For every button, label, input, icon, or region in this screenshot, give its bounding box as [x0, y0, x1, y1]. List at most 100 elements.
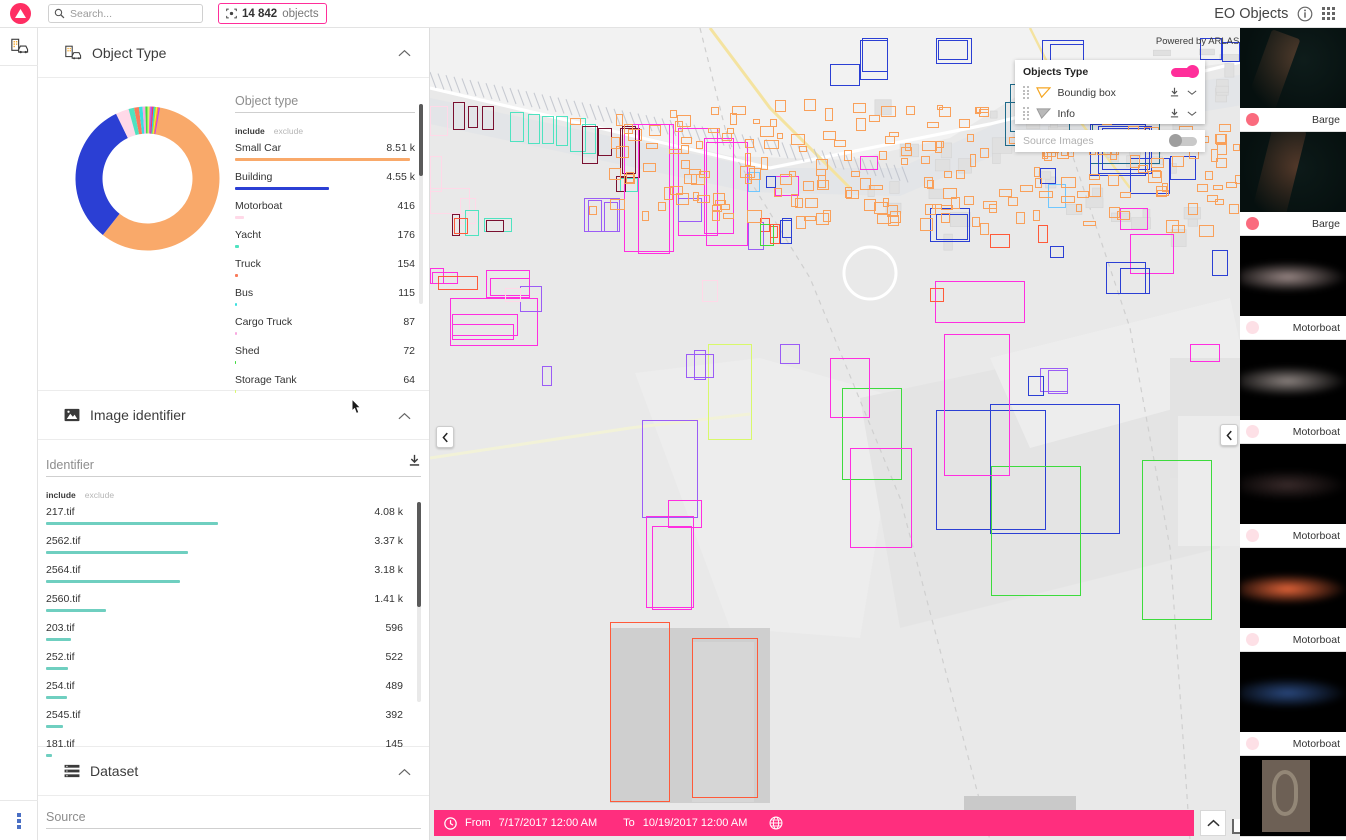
object-bounding-box[interactable] — [1219, 124, 1231, 131]
object-bounding-box[interactable] — [970, 154, 977, 167]
map-view[interactable]: Powered by ARLAS. Objects Type Boundig b… — [430, 28, 1346, 840]
object-bounding-box[interactable] — [935, 281, 1025, 323]
object-bounding-box[interactable] — [691, 174, 704, 185]
thumbnail-image[interactable] — [1240, 132, 1346, 212]
object-bounding-box[interactable] — [956, 170, 966, 179]
list-item[interactable]: 203.tif 596 — [46, 622, 403, 650]
thumbnail-card[interactable]: Motorboat — [1240, 340, 1346, 444]
object-bounding-box[interactable] — [452, 324, 514, 340]
list-item[interactable]: 2545.tif 392 — [46, 709, 403, 737]
thumbnail-card[interactable]: Motorboat — [1240, 444, 1346, 548]
layer-row-info[interactable]: Info — [1015, 103, 1205, 124]
timeline-from-value[interactable]: 7/17/2017 12:00 AM — [499, 817, 597, 829]
object-bounding-box[interactable] — [760, 126, 774, 137]
object-bounding-box[interactable] — [941, 213, 951, 223]
object-bounding-box[interactable] — [747, 210, 761, 223]
object-bounding-box[interactable] — [681, 160, 691, 169]
chevron-up-icon[interactable] — [398, 409, 411, 422]
object-bounding-box[interactable] — [520, 286, 542, 312]
thumbnail-image[interactable] — [1240, 548, 1346, 628]
object-bounding-box[interactable] — [430, 106, 448, 136]
list-item[interactable]: Building 4.55 k — [235, 171, 415, 199]
section-header-object-type[interactable]: Object Type — [38, 28, 429, 78]
source-images-row[interactable]: Source Images — [1015, 130, 1205, 152]
object-bounding-box[interactable] — [670, 110, 677, 118]
identifier-field[interactable]: Identifier — [46, 454, 421, 477]
object-bounding-box[interactable] — [930, 288, 944, 302]
timeline-expand-button[interactable] — [1200, 810, 1226, 836]
object-bounding-box[interactable] — [889, 132, 899, 137]
object-bounding-box[interactable] — [1207, 195, 1218, 202]
thumbnail-image[interactable] — [1240, 652, 1346, 732]
object-bounding-box[interactable] — [1190, 344, 1220, 362]
object-bounding-box[interactable] — [1028, 376, 1044, 396]
object-bounding-box[interactable] — [883, 198, 889, 207]
object-bounding-box[interactable] — [696, 141, 704, 149]
list-item[interactable]: Bus 115 — [235, 287, 415, 315]
object-bounding-box[interactable] — [692, 638, 758, 798]
object-bounding-box[interactable] — [906, 106, 916, 115]
object-bounding-box[interactable] — [1189, 151, 1198, 159]
thumbnail-card[interactable]: Motorboat — [1240, 236, 1346, 340]
object-bounding-box[interactable] — [791, 194, 798, 207]
object-bounding-box[interactable] — [681, 145, 689, 155]
object-bounding-box[interactable] — [901, 158, 909, 165]
object-bounding-box[interactable] — [1151, 158, 1164, 168]
object-bounding-box[interactable] — [803, 181, 814, 191]
object-bounding-box[interactable] — [542, 116, 554, 144]
object-bounding-box[interactable] — [939, 107, 951, 117]
object-bounding-box[interactable] — [796, 216, 806, 229]
object-bounding-box[interactable] — [905, 143, 911, 150]
timeline-bar[interactable]: From 7/17/2017 12:00 AM To 10/19/2017 12… — [434, 810, 1194, 836]
object-bounding-box[interactable] — [1008, 197, 1018, 207]
object-bounding-box[interactable] — [864, 199, 876, 211]
object-bounding-box[interactable] — [1152, 170, 1161, 178]
object-bounding-box[interactable] — [817, 180, 829, 191]
object-bounding-box[interactable] — [766, 176, 776, 188]
identifier-scrollbar[interactable] — [417, 502, 421, 702]
list-item[interactable]: 2560.tif 1.41 k — [46, 593, 403, 621]
object-bounding-box[interactable] — [764, 140, 778, 149]
object-bounding-box[interactable] — [844, 150, 852, 161]
object-bounding-box[interactable] — [761, 157, 768, 169]
object-bounding-box[interactable] — [482, 106, 494, 130]
layer-row-bounding-box[interactable]: Boundig box — [1015, 82, 1205, 103]
object-bounding-box[interactable] — [658, 202, 666, 211]
include-toggle[interactable]: include — [235, 126, 265, 136]
object-bounding-box[interactable] — [774, 188, 783, 197]
object-bounding-box[interactable] — [830, 64, 860, 86]
object-bounding-box[interactable] — [723, 213, 735, 219]
object-bounding-box[interactable] — [708, 344, 752, 440]
object-bounding-box[interactable] — [570, 118, 581, 126]
list-item[interactable]: 2562.tif 3.37 k — [46, 535, 403, 563]
object-bounding-box[interactable] — [816, 213, 829, 225]
object-bounding-box[interactable] — [938, 40, 968, 60]
object-bounding-box[interactable] — [1061, 177, 1075, 188]
source-images-toggle[interactable] — [1171, 137, 1197, 146]
object-bounding-box[interactable] — [1188, 203, 1198, 215]
object-bounding-box[interactable] — [780, 344, 800, 364]
object-bounding-box[interactable] — [777, 133, 783, 139]
include-toggle[interactable]: include — [46, 490, 76, 500]
object-bounding-box[interactable] — [438, 276, 478, 290]
object-bounding-box[interactable] — [999, 189, 1012, 196]
object-bounding-box[interactable] — [616, 146, 629, 158]
object-bounding-box[interactable] — [510, 112, 524, 142]
object-bounding-box[interactable] — [1138, 165, 1147, 173]
object-bounding-box[interactable] — [1162, 183, 1168, 192]
exclude-toggle[interactable]: exclude — [85, 490, 114, 500]
object-bounding-box[interactable] — [727, 128, 734, 134]
object-bounding-box[interactable] — [1233, 144, 1240, 151]
object-bounding-box[interactable] — [1166, 220, 1179, 233]
object-bounding-box[interactable] — [616, 114, 624, 126]
objects-type-master-toggle[interactable] — [1171, 68, 1197, 77]
object-bounding-box[interactable] — [668, 500, 702, 528]
object-bounding-box[interactable] — [935, 141, 943, 148]
object-bounding-box[interactable] — [1120, 192, 1131, 197]
object-bounding-box[interactable] — [959, 119, 970, 128]
object-bounding-box[interactable] — [927, 122, 939, 128]
object-bounding-box[interactable] — [770, 119, 777, 128]
object-bounding-box[interactable] — [646, 143, 658, 149]
object-bounding-box[interactable] — [856, 118, 867, 131]
list-item[interactable]: 252.tif 522 — [46, 651, 403, 679]
